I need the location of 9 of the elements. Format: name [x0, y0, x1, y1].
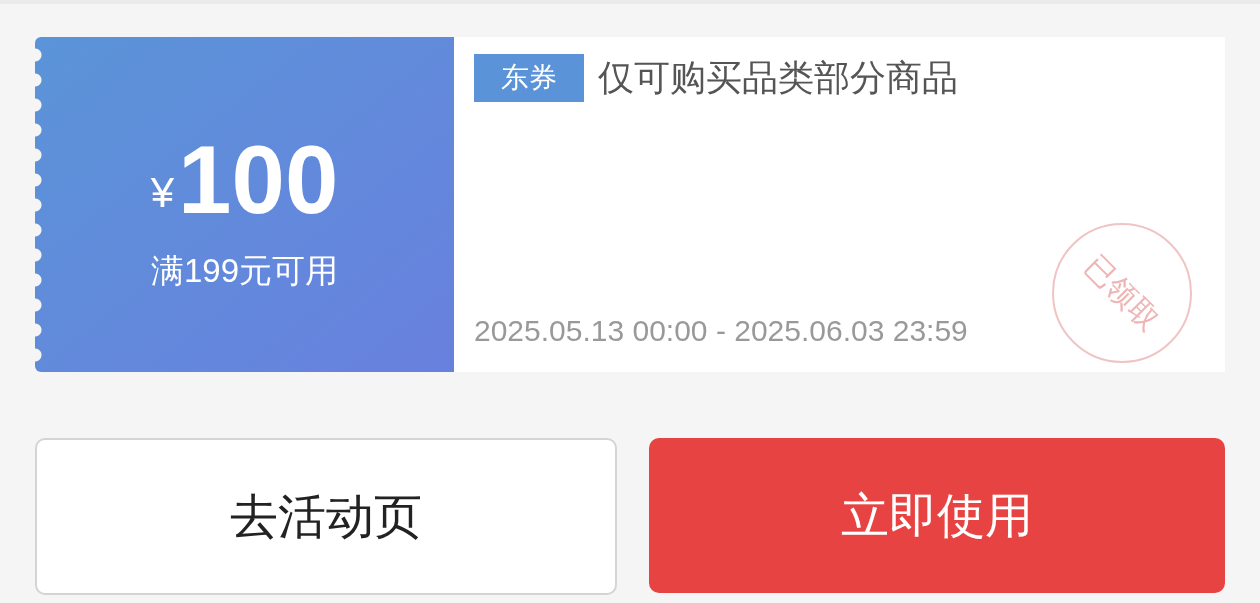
- use-now-button[interactable]: 立即使用: [649, 438, 1225, 593]
- coupon-amount: 100: [178, 132, 339, 228]
- currency-symbol: ¥: [150, 172, 175, 214]
- validity-period: 2025.05.13 00:00 - 2025.06.03 23:59: [474, 316, 968, 346]
- activity-page-button[interactable]: 去活动页: [35, 438, 617, 595]
- coupon-title: 仅可购买品类部分商品: [598, 60, 958, 96]
- coupon-condition: 满199元可用: [150, 254, 339, 287]
- coupon-tag: 东券: [474, 54, 584, 102]
- claimed-stamp: 已领取: [1052, 223, 1192, 363]
